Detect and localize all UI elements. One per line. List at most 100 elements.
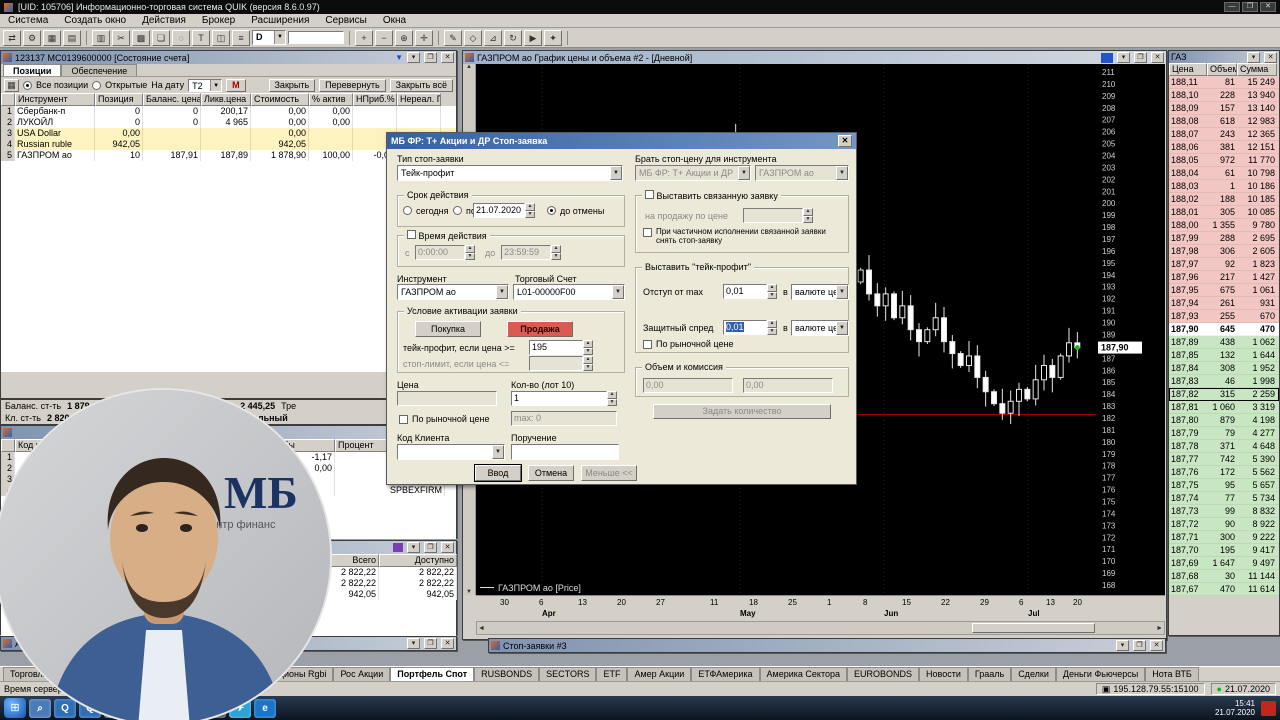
linked-price-field[interactable] [743, 208, 803, 223]
order-book-row[interactable]: 187,95 675 1 061 [1169, 284, 1279, 297]
order-book-row[interactable]: 187,89 438 1 062 [1169, 336, 1279, 349]
text-icon[interactable]: T [192, 29, 210, 46]
chevron-down-icon[interactable]: ▼ [496, 285, 508, 299]
order-book-row[interactable]: 187,97 92 1 823 [1169, 258, 1279, 271]
desktop-tab-ETF[interactable]: ETF [596, 667, 628, 681]
close-icon[interactable]: ✕ [441, 542, 454, 553]
order-book-row[interactable]: 188,04 61 10 798 [1169, 167, 1279, 180]
window-icon[interactable]: ❏ [152, 29, 170, 46]
validity-cancel-radio[interactable]: до отмены [547, 206, 604, 216]
order-book-row[interactable]: 188,03 1 10 186 [1169, 180, 1279, 193]
close-position-button[interactable]: Закрыть [268, 78, 316, 92]
diamond-icon[interactable]: ◇ [464, 29, 482, 46]
order-book-row[interactable]: 187,67 470 11 614 [1169, 583, 1279, 596]
maximize-icon[interactable]: ❐ [424, 52, 437, 63]
column-header-Цена[interactable]: Цена [1169, 63, 1207, 76]
chevron-down-icon[interactable]: ▼ [738, 166, 750, 180]
chevron-down-icon[interactable]: ▼ [612, 285, 624, 299]
maximize-icon[interactable]: ❐ [424, 638, 437, 649]
quantity-spinner[interactable]: ▲ ▼ [607, 391, 617, 406]
chevron-down-icon[interactable]: ▼ [836, 166, 848, 180]
stop-instrument-select[interactable]: ГАЗПРОМ ао ▼ [755, 165, 849, 181]
take-profit-price-field[interactable]: 195 [529, 340, 583, 355]
maximize-icon[interactable]: ❐ [424, 542, 437, 553]
desktop-tab-RUSBONDS[interactable]: RUSBONDS [474, 667, 540, 681]
maximize-icon[interactable]: ❐ [1242, 2, 1258, 12]
desktop-tab-Сделки[interactable]: Сделки [1011, 667, 1056, 681]
menu-item-Окна[interactable]: Окна [375, 15, 414, 26]
chevron-down-icon[interactable]: ▼ [210, 79, 222, 91]
market-price-checkbox-2[interactable]: По рыночной цене [643, 339, 733, 349]
order-book-row[interactable]: 187,98 306 2 605 [1169, 245, 1279, 258]
menu-item-Создать окно[interactable]: Создать окно [56, 15, 134, 26]
order-book-row[interactable]: 187,96 217 1 427 [1169, 271, 1279, 284]
account-select[interactable]: L01-00000F00 ▼ [513, 284, 625, 300]
pencil-icon[interactable]: ✎ [444, 29, 462, 46]
column-header-Ликв.цена[interactable]: Ликв.цена [201, 93, 251, 106]
market-price-checkbox[interactable]: По рыночной цене [399, 414, 489, 424]
column-header-% актив[interactable]: % актив [309, 93, 353, 106]
order-book-row[interactable]: 188,05 972 11 770 [1169, 154, 1279, 167]
chart-icon[interactable]: ◫ [212, 29, 230, 46]
order-book-row[interactable]: 188,00 1 355 9 780 [1169, 219, 1279, 232]
interval-select[interactable]: D ▼ [252, 30, 286, 45]
zoom-out-icon[interactable]: − [375, 29, 393, 46]
close-icon[interactable]: ✕ [1260, 2, 1276, 12]
maximize-icon[interactable]: ❐ [1134, 52, 1147, 63]
shade-icon[interactable]: ▾ [1117, 52, 1130, 63]
order-book-row[interactable]: 187,76 172 5 562 [1169, 466, 1279, 479]
browser-icon[interactable]: e [254, 698, 276, 718]
order-book-row[interactable]: 187,73 99 8 832 [1169, 505, 1279, 518]
menu-item-Действия[interactable]: Действия [134, 15, 194, 26]
flip-position-button[interactable]: Перевернуть [319, 78, 386, 92]
order-book-row[interactable]: 187,82 315 2 259 [1169, 388, 1279, 401]
chevron-down-icon[interactable]: ▼ [492, 445, 504, 459]
pin-icon[interactable]: ▼ [395, 53, 403, 62]
chevron-down-icon[interactable]: ▼ [836, 321, 848, 335]
desktop-tab-EUROBONDS[interactable]: EUROBONDS [847, 667, 920, 681]
order-book-row[interactable]: 187,69 1 647 9 497 [1169, 557, 1279, 570]
scroll-thumb[interactable] [971, 623, 1096, 633]
desktop-tab-Нота ВТБ[interactable]: Нота ВТБ [1145, 667, 1199, 681]
order-book-row[interactable]: 188,10 228 13 940 [1169, 89, 1279, 102]
column-header-Доступно[interactable]: Доступно [379, 554, 457, 567]
offset-field[interactable]: 0,01 [723, 284, 767, 299]
quik-icon[interactable]: Q [54, 698, 76, 718]
order-book-row[interactable]: 187,83 46 1 998 [1169, 375, 1279, 388]
table-row[interactable]: 1 Сбербанк-п 0 0 200,17 0,00 0,00 [1, 106, 456, 117]
class-select[interactable]: МБ ФР: Т+ Акции и ДР ▼ [635, 165, 751, 181]
table-alt-icon[interactable]: ▤ [63, 29, 81, 46]
order-book-row[interactable]: 188,07 243 12 365 [1169, 128, 1279, 141]
shade-icon[interactable]: ▾ [407, 638, 420, 649]
grid-icon[interactable]: ▩ [132, 29, 150, 46]
time-checkbox[interactable] [407, 230, 416, 239]
order-book-row[interactable]: 187,99 288 2 695 [1169, 232, 1279, 245]
spread-spinner[interactable]: ▲ ▼ [767, 320, 777, 335]
validity-date-field[interactable]: 21.07.2020 [473, 203, 525, 218]
chevron-down-icon[interactable]: ▼ [836, 285, 848, 299]
order-book-row[interactable]: 188,11 81 15 249 [1169, 76, 1279, 89]
marker-icon[interactable]: ✦ [544, 29, 562, 46]
order-book-row[interactable]: 188,06 381 12 151 [1169, 141, 1279, 154]
table-settings-icon[interactable]: ▦ [4, 78, 19, 92]
column-header-Инструмент[interactable]: Инструмент [15, 93, 95, 106]
column-header-Стоимость[interactable]: Стоимость [251, 93, 309, 106]
instrument-select[interactable]: ГАЗПРОМ ао ▼ [397, 284, 509, 300]
settings-icon[interactable]: ⚙ [23, 29, 41, 46]
layers-icon[interactable]: ≡ [232, 29, 250, 46]
close-icon[interactable]: ✕ [441, 638, 454, 649]
desktop-tab-SECTORS[interactable]: SECTORS [539, 667, 597, 681]
shade-icon[interactable]: ▾ [1247, 51, 1260, 63]
stop-orders-titlebar[interactable]: Стоп-заявки #3 ▾ ❐ ✕ [489, 639, 1165, 652]
order-book-row[interactable]: 188,02 188 10 185 [1169, 193, 1279, 206]
start-button[interactable]: ⊞ [4, 698, 26, 718]
validity-today-radio[interactable]: сегодня [403, 206, 449, 216]
order-book-row[interactable]: 187,78 371 4 648 [1169, 440, 1279, 453]
symbol-input[interactable] [288, 31, 344, 44]
column-header-Сумма[interactable]: Сумма [1237, 63, 1277, 76]
chevron-down-icon[interactable]: ▼ [610, 166, 622, 180]
close-icon[interactable]: ✕ [441, 52, 454, 63]
cut-icon[interactable]: ✂ [112, 29, 130, 46]
cross-icon[interactable]: ✛ [415, 29, 433, 46]
order-book-row[interactable]: 188,08 618 12 983 [1169, 115, 1279, 128]
